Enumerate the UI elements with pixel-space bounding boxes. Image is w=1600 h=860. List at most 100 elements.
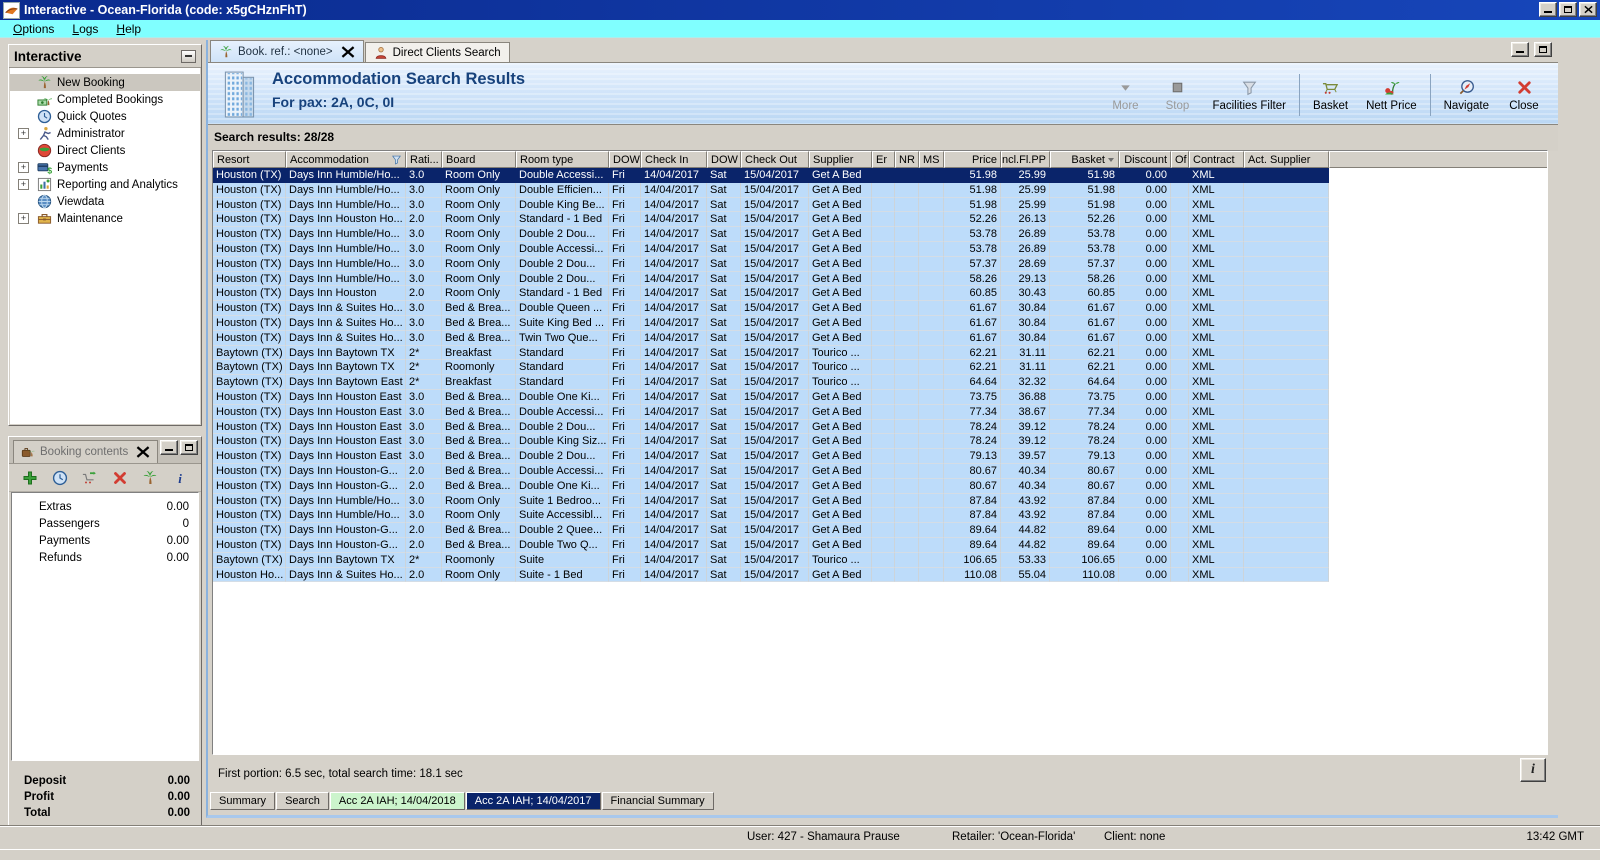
sidebar-item-new-booking[interactable]: New Booking [10,74,200,91]
table-row[interactable]: Houston (TX) Days Inn Humble/Ho... 3.0 Room… [213,271,1547,287]
table-row[interactable]: Houston (TX) Days Inn Humble/Ho... 3.0 Room… [213,241,1547,257]
table-row[interactable]: Houston (TX) Days Inn Houston Ho... 2.0 Roo… [213,212,1547,228]
col-header-rating[interactable]: Rati... [406,151,442,168]
sidebar-item-completed-bookings[interactable]: Completed Bookings [10,91,200,108]
basket-button[interactable]: Basket [1304,76,1357,115]
table-row[interactable]: Houston (TX) Days Inn Houston East 3.0 Bed … [213,434,1547,450]
close-button[interactable]: Close [1498,76,1550,115]
col-header-discount[interactable]: Discount [1119,151,1171,168]
add-button[interactable] [22,470,38,486]
col-header-nr[interactable]: NR [895,151,919,168]
table-row[interactable]: Houston (TX) Days Inn Houston-G... 2.0 Bed … [213,463,1547,479]
table-row[interactable]: Baytown (TX) Days Inn Baytown TX 2* Roomonl… [213,552,1547,568]
table-row[interactable]: Houston (TX) Days Inn Houston East 3.0 Bed … [213,404,1547,420]
col-header-act_supplier[interactable]: Act. Supplier [1244,151,1329,168]
cell-er [872,212,895,228]
info-button[interactable]: i [1520,758,1546,782]
expand-plus-icon[interactable]: + [18,162,29,173]
col-header-contract[interactable]: Contract [1189,151,1244,168]
close-tab-icon[interactable] [136,445,150,459]
col-header-accommodation[interactable]: Accommodation [286,151,406,168]
table-row[interactable]: Houston (TX) Days Inn Humble/Ho... 3.0 Room… [213,227,1547,242]
tab-book-ref-none[interactable]: Book. ref.: <none> [210,40,364,62]
table-row[interactable]: Houston Ho... Days Inn & Suites Ho... 2.0 R… [213,567,1547,583]
table-row[interactable]: Baytown (TX) Days Inn Baytown East 2* Break… [213,375,1547,390]
col-header-check_in[interactable]: Check In [641,151,707,168]
sidebar-item-payments[interactable]: + $ Payments [10,159,200,176]
table-row[interactable]: Houston (TX) Days Inn Humble/Ho... 3.0 Room… [213,182,1547,198]
col-header-ms[interactable]: MS [919,151,944,168]
table-row[interactable]: Houston (TX) Days Inn Houston East 3.0 Bed … [213,389,1547,405]
delete-button[interactable] [112,470,128,486]
expand-plus-icon[interactable]: + [18,128,29,139]
tab-direct-clients-search[interactable]: Direct Clients Search [364,42,510,62]
sidebar-item-direct-clients[interactable]: Direct Clients [10,142,200,159]
sidebar-item-viewdata[interactable]: Viewdata [10,193,200,210]
table-row[interactable]: Houston (TX) Days Inn & Suites Ho... 3.0 Be… [213,301,1547,316]
col-header-check_out[interactable]: Check Out [741,151,809,168]
col-header-price[interactable]: Price [944,151,1001,168]
table-row[interactable]: Houston (TX) Days Inn Houston 2.0 Room Only… [213,286,1547,302]
table-row[interactable]: Houston (TX) Days Inn Houston East 3.0 Bed … [213,449,1547,464]
stop-button[interactable]: Stop [1151,76,1203,115]
minimize-panel-button[interactable] [1511,42,1529,57]
bottom-tab-acc-2a-iah-14-04-2017[interactable]: Acc 2A IAH; 14/04/2017 [465,792,601,810]
cell-resort: Houston (TX) [213,227,286,242]
close-tab-icon[interactable] [341,45,355,59]
facilities-filter-button[interactable]: Facilities Filter [1203,76,1294,115]
sidebar-item-quick-quotes[interactable]: Quick Quotes [10,108,200,125]
bottom-tab-search[interactable]: Search [276,792,329,810]
col-header-incl_fl_pp[interactable]: Incl.Fl.PP [1001,151,1050,168]
col-header-dow_out[interactable]: DOW [707,151,741,168]
menu-logs[interactable]: Logs [63,21,107,37]
navigate-button[interactable]: Navigate [1435,76,1498,115]
col-header-room_type[interactable]: Room type [516,151,609,168]
menu-help[interactable]: Help [107,21,150,37]
table-row[interactable]: Houston (TX) Days Inn Humble/Ho... 3.0 Room… [213,256,1547,272]
table-row[interactable]: Houston (TX) Days Inn Houston-G... 2.0 Bed … [213,537,1547,553]
table-row[interactable]: Houston (TX) Days Inn Humble/Ho... 3.0 Room… [213,197,1547,213]
menu-options[interactable]: Options [4,21,63,37]
booking-contents-tab[interactable]: Booking contents [13,440,159,463]
table-row[interactable]: Houston (TX) Days Inn Humble/Ho... 3.0 Room… [213,508,1547,524]
info-button[interactable]: i [172,470,188,486]
col-header-er[interactable]: Er [872,151,895,168]
table-row[interactable]: Houston (TX) Days Inn Houston East 3.0 Bed … [213,419,1547,435]
sidebar-item-reporting-and-analytics[interactable]: + Reporting and Analytics [10,176,200,193]
table-row[interactable]: Houston (TX) Days Inn Houston-G... 2.0 Bed … [213,523,1547,538]
bottom-tab-financial-summary[interactable]: Financial Summary [601,792,714,810]
table-row[interactable]: Baytown (TX) Days Inn Baytown TX 2* Roomonl… [213,360,1547,376]
bottom-tab-acc-2a-iah-14-04-2018[interactable]: Acc 2A IAH; 14/04/2018 [329,792,465,810]
col-header-of[interactable]: Of [1171,151,1189,168]
cart-button[interactable] [82,470,98,486]
close-button[interactable] [1579,2,1597,17]
table-row[interactable]: Houston (TX) Days Inn & Suites Ho... 3.0 Be… [213,315,1547,331]
more-button[interactable]: More [1099,76,1151,115]
table-row[interactable]: Houston (TX) Days Inn Houston-G... 2.0 Bed … [213,478,1547,494]
minimize-button[interactable] [1539,2,1557,17]
table-row[interactable]: Houston (TX) Days Inn Humble/Ho... 3.0 Room… [213,493,1547,509]
col-header-supplier[interactable]: Supplier [809,151,872,168]
table-row[interactable]: Houston (TX) Days Inn Humble/Ho... 3.0 Room… [213,168,1547,183]
filter-icon[interactable] [391,154,402,165]
table-row[interactable]: Houston (TX) Days Inn & Suites Ho... 3.0 Be… [213,330,1547,346]
clock-button[interactable] [52,470,68,486]
sidebar-item-maintenance[interactable]: + Maintenance [10,210,200,227]
bottom-tab-summary[interactable]: Summary [210,792,276,810]
maximize-panel-button[interactable] [180,440,198,455]
table-row[interactable]: Baytown (TX) Days Inn Baytown TX 2* Breakfa… [213,345,1547,361]
restore-button[interactable] [1559,2,1577,17]
collapse-panel-button[interactable] [181,49,196,63]
palm-button[interactable] [142,470,158,486]
minimize-panel-button[interactable] [160,440,178,455]
expand-plus-icon[interactable]: + [18,179,29,190]
cell-resort: Houston (TX) [213,330,286,346]
sidebar-item-administrator[interactable]: + Administrator [10,125,200,142]
col-header-resort[interactable]: Resort [213,151,286,168]
col-header-basket[interactable]: Basket [1050,151,1119,168]
col-header-board[interactable]: Board [442,151,516,168]
expand-plus-icon[interactable]: + [18,213,29,224]
maximize-panel-button[interactable] [1534,42,1552,57]
col-header-dow_in[interactable]: DOW [609,151,641,168]
nett-price-button[interactable]: Nett Price [1357,76,1426,115]
